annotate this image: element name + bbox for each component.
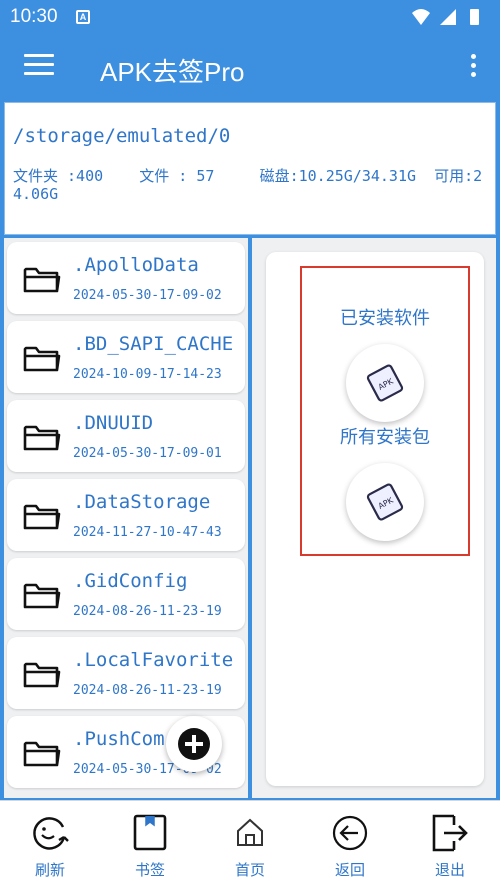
back-icon [332,815,368,851]
home-icon [237,818,263,846]
installed-apps-button[interactable]: APK [346,344,424,422]
nav-label: 刷新 [34,861,65,879]
signal-icon [440,9,456,25]
file-date: 2024-11-27-10-47-43 [73,525,222,540]
status-bar: 10:30 A [0,0,500,34]
apk-icon: APK [366,483,404,521]
quick-actions-card: 已安装软件 APK 所有安装包 APK [266,252,484,786]
file-name: .PushCom [73,728,165,750]
list-item[interactable]: .LocalFavorite 2024-08-26-11-23-19 [7,637,245,709]
list-item[interactable]: .ApolloData 2024-05-30-17-09-02 [7,242,245,314]
content-area: .ApolloData 2024-05-30-17-09-02 .BD_SAPI… [0,236,500,800]
file-date: 2024-08-26-11-23-19 [73,604,222,619]
add-button[interactable] [166,716,222,772]
all-packages-button[interactable]: APK [346,463,424,541]
list-item[interactable]: .DataStorage 2024-11-27-10-47-43 [7,479,245,551]
nav-label: 退出 [434,861,465,879]
file-date: 2024-05-30-17-09-02 [73,288,222,303]
folder-icon [23,504,61,530]
folder-icon [23,662,61,688]
path-panel: /storage/emulated/0 文件夹 :400 文件 : 57 磁盘:… [4,102,496,235]
folder-icon [23,346,61,372]
nav-bookmark[interactable]: 书签 [100,801,200,888]
refresh-face-icon [33,817,69,850]
apk-icon: APK [366,364,404,402]
list-item[interactable]: .BD_SAPI_CACHE 2024-10-09-17-14-23 [7,321,245,393]
file-date: 2024-10-09-17-14-23 [73,367,222,382]
file-name: .ApolloData [73,254,199,276]
right-panel: 已安装软件 APK 所有安装包 APK [252,238,496,798]
file-name: .DataStorage [73,491,211,513]
bottom-nav: 刷新 书签 首页 返回 退出 [0,800,500,888]
exit-icon [432,814,468,852]
notification-icon: A [76,10,90,24]
file-name: .LocalFavorite [73,649,234,671]
all-packages-label: 所有安装包 [340,427,430,448]
nav-exit[interactable]: 退出 [400,801,500,888]
storage-stats: 文件夹 :400 文件 : 57 磁盘:10.25G/34.31G 可用:24.… [13,167,483,203]
hamburger-menu-icon[interactable] [24,54,54,80]
nav-label: 书签 [134,861,165,879]
wifi-icon [412,9,430,25]
status-icons [412,9,479,25]
list-item[interactable]: .DNUUID 2024-05-30-17-09-01 [7,400,245,472]
status-time: 10:30 [10,6,58,27]
current-path: /storage/emulated/0 [13,125,231,147]
folder-icon [23,267,61,293]
file-name: .BD_SAPI_CACHE [73,333,234,355]
nav-home[interactable]: 首页 [200,801,300,888]
all-packages-action[interactable]: 所有安装包 APK [302,423,468,541]
file-date: 2024-08-26-11-23-19 [73,683,222,698]
file-name: .DNUUID [73,412,154,434]
nav-refresh[interactable]: 刷新 [0,801,100,888]
nav-label: 返回 [334,861,365,879]
more-vert-icon[interactable] [468,54,478,82]
app-bar: APK去签Pro [0,34,500,102]
file-list[interactable]: .ApolloData 2024-05-30-17-09-02 .BD_SAPI… [4,238,248,798]
file-date: 2024-05-30-17-09-01 [73,446,222,461]
installed-apps-action[interactable]: 已安装软件 APK [302,304,468,422]
bookmark-icon [133,814,167,851]
list-item[interactable]: .GidConfig 2024-08-26-11-23-19 [7,558,245,630]
highlight-box: 已安装软件 APK 所有安装包 APK [300,266,470,556]
folder-icon [23,425,61,451]
folder-icon [23,741,61,767]
plus-icon [178,728,210,760]
folder-icon [23,583,61,609]
battery-icon [470,9,479,25]
installed-apps-label: 已安装软件 [340,308,430,329]
nav-back[interactable]: 返回 [300,801,400,888]
file-name: .GidConfig [73,570,188,592]
nav-label: 首页 [234,861,265,879]
app-title: APK去签Pro [100,57,245,87]
